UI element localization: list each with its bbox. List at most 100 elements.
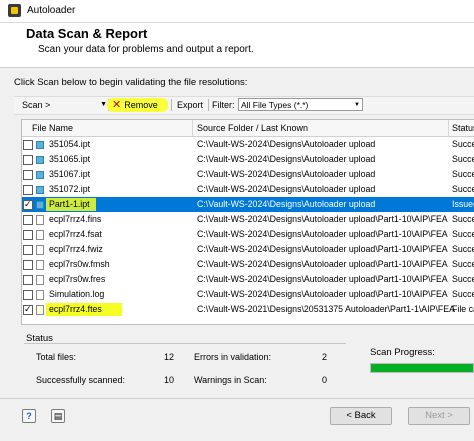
status-cell: File ca: [452, 304, 474, 314]
total-files-value: 12: [164, 352, 175, 362]
table-row[interactable]: Simulation.log C:\Vault-WS-2024\Designs\A…: [22, 287, 474, 302]
remove-button[interactable]: ✕ Remove: [107, 98, 168, 112]
errors-label: Errors in validation:: [194, 352, 272, 362]
filter-select[interactable]: All File Types (*.*) ▼: [238, 98, 363, 111]
status-cell: Succe: [452, 244, 474, 254]
row-checkbox[interactable]: [23, 260, 33, 270]
status-cell: Succe: [452, 154, 474, 164]
help-icon[interactable]: ?: [22, 409, 36, 423]
remove-x-icon: ✕: [112, 99, 122, 111]
file-icon: [36, 290, 44, 300]
scan-progress-bar: [370, 363, 474, 373]
file-icon: [36, 245, 44, 255]
file-name-cell: ecpl7rs0w.fmsh: [49, 259, 110, 269]
row-checkbox[interactable]: [23, 230, 33, 240]
status-cell: Succe: [452, 274, 474, 284]
part-icon: [36, 186, 44, 194]
filter-label: Filter:: [212, 100, 235, 110]
status-group: Total files: 12 Errors in validation: 2 …: [24, 343, 346, 393]
table-row[interactable]: ecpl7rrz4.fwiz C:\Vault-WS-2024\Designs\A…: [22, 242, 474, 257]
source-folder-cell: C:\Vault-WS-2024\Designs\Autoloader uplo…: [197, 184, 376, 194]
row-checkbox[interactable]: [23, 197, 33, 212]
table-row[interactable]: 351054.ipt C:\Vault-WS-2024\Designs\Autol…: [22, 137, 474, 152]
file-name-cell: Simulation.log: [49, 289, 105, 299]
status-cell: Succe: [452, 169, 474, 179]
file-name-cell: ecpl7rrz4.fins: [49, 214, 102, 224]
status-cell: Succe: [452, 214, 474, 224]
export-button[interactable]: Export: [174, 98, 211, 112]
scan-progress-label: Scan Progress:: [370, 347, 435, 358]
file-name-cell: 351054.ipt: [49, 139, 91, 149]
table-row[interactable]: ecpl7rs0w.fres C:\Vault-WS-2024\Designs\A…: [22, 272, 474, 287]
source-folder-cell: C:\Vault-WS-2024\Designs\Autoloader uplo…: [197, 289, 448, 299]
file-icon: [36, 275, 44, 285]
table-row[interactable]: Part1-1.ipt C:\Vault-WS-2024\Designs\Auto…: [22, 197, 474, 212]
source-folder-cell: C:\Vault-WS-2024\Designs\Autoloader uplo…: [197, 214, 448, 224]
row-checkbox[interactable]: [23, 140, 33, 150]
file-name-cell: ecpl7rs0w.fres: [49, 274, 106, 284]
row-checkbox[interactable]: [23, 170, 33, 180]
dropdown-arrow-icon[interactable]: ▼: [100, 98, 107, 112]
page-subtitle: Scan your data for problems and output a…: [38, 44, 254, 55]
table-header: File Name Source Folder / Last Known Sta…: [22, 120, 474, 137]
row-checkbox[interactable]: [23, 290, 33, 300]
file-icon: [36, 215, 44, 225]
status-cell: Succe: [452, 139, 474, 149]
file-name-cell: 351067.ipt: [49, 169, 91, 179]
total-files-label: Total files:: [36, 352, 77, 362]
file-table: File Name Source Folder / Last Known Sta…: [21, 119, 474, 325]
column-header-file-name[interactable]: File Name: [32, 123, 73, 133]
file-icon: [36, 230, 44, 240]
table-row[interactable]: ecpl7rrz4.fsat C:\Vault-WS-2024\Designs\A…: [22, 227, 474, 242]
warnings-label: Warnings in Scan:: [194, 375, 267, 385]
row-checkbox[interactable]: [23, 302, 33, 317]
part-icon: [36, 141, 44, 149]
status-cell: Succe: [452, 229, 474, 239]
column-divider[interactable]: [192, 120, 193, 136]
table-row[interactable]: ecpl7rrz4.ftes C:\Vault-WS-2021\Designs\2…: [22, 302, 474, 317]
chevron-down-icon[interactable]: ▼: [354, 99, 360, 112]
table-row[interactable]: ecpl7rs0w.fmsh C:\Vault-WS-2024\Designs\A…: [22, 257, 474, 272]
status-cell: Succe: [452, 259, 474, 269]
source-folder-cell: C:\Vault-WS-2024\Designs\Autoloader uplo…: [197, 229, 448, 239]
part-icon: [36, 156, 44, 164]
autoloader-app-icon: [8, 4, 21, 17]
instruction-text: Click Scan below to begin validating the…: [14, 77, 248, 88]
errors-value: 2: [322, 352, 328, 362]
source-folder-cell: C:\Vault-WS-2021\Designs\20531375 Autolo…: [197, 304, 456, 314]
file-name-cell: Part1-1.ipt: [49, 199, 90, 209]
file-name-cell: ecpl7rrz4.fsat: [49, 229, 102, 239]
column-header-status[interactable]: Status: [452, 123, 474, 133]
column-divider[interactable]: [448, 120, 449, 136]
source-folder-cell: C:\Vault-WS-2024\Designs\Autoloader uplo…: [197, 139, 376, 149]
row-checkbox[interactable]: [23, 275, 33, 285]
log-report-icon[interactable]: ▤: [51, 409, 65, 423]
page-title: Data Scan & Report: [26, 26, 148, 41]
toolbar: Scan > ▼ ✕ Remove Export Filter: All File…: [14, 96, 474, 115]
column-header-source-folder[interactable]: Source Folder / Last Known: [197, 123, 308, 133]
source-folder-cell: C:\Vault-WS-2024\Designs\Autoloader uplo…: [197, 169, 376, 179]
table-row[interactable]: ecpl7rrz4.fins C:\Vault-WS-2024\Designs\A…: [22, 212, 474, 227]
source-folder-cell: C:\Vault-WS-2024\Designs\Autoloader uplo…: [197, 199, 376, 209]
source-folder-cell: C:\Vault-WS-2024\Designs\Autoloader uplo…: [197, 259, 448, 269]
next-button[interactable]: Next >: [408, 407, 470, 425]
row-checkbox[interactable]: [23, 245, 33, 255]
table-row[interactable]: 351067.ipt C:\Vault-WS-2024\Designs\Autol…: [22, 167, 474, 182]
scanned-value: 10: [164, 375, 175, 385]
file-name-cell: ecpl7rrz4.fwiz: [49, 244, 103, 254]
warnings-value: 0: [322, 375, 328, 385]
row-checkbox[interactable]: [23, 215, 33, 225]
row-checkbox[interactable]: [23, 155, 33, 165]
scan-progress-fill: [371, 364, 473, 372]
row-checkbox[interactable]: [23, 185, 33, 195]
file-icon: [36, 305, 44, 315]
scanned-label: Successfully scanned:: [36, 375, 126, 385]
table-row[interactable]: 351072.ipt C:\Vault-WS-2024\Designs\Autol…: [22, 182, 474, 197]
back-button[interactable]: < Back: [330, 407, 392, 425]
scan-button[interactable]: Scan > ▼: [22, 98, 107, 112]
file-icon: [36, 260, 44, 270]
file-name-cell: 351072.ipt: [49, 184, 91, 194]
scan-button-label: Scan >: [22, 100, 51, 110]
table-row[interactable]: 351065.ipt C:\Vault-WS-2024\Designs\Autol…: [22, 152, 474, 167]
file-name-cell: ecpl7rrz4.ftes: [49, 304, 102, 314]
